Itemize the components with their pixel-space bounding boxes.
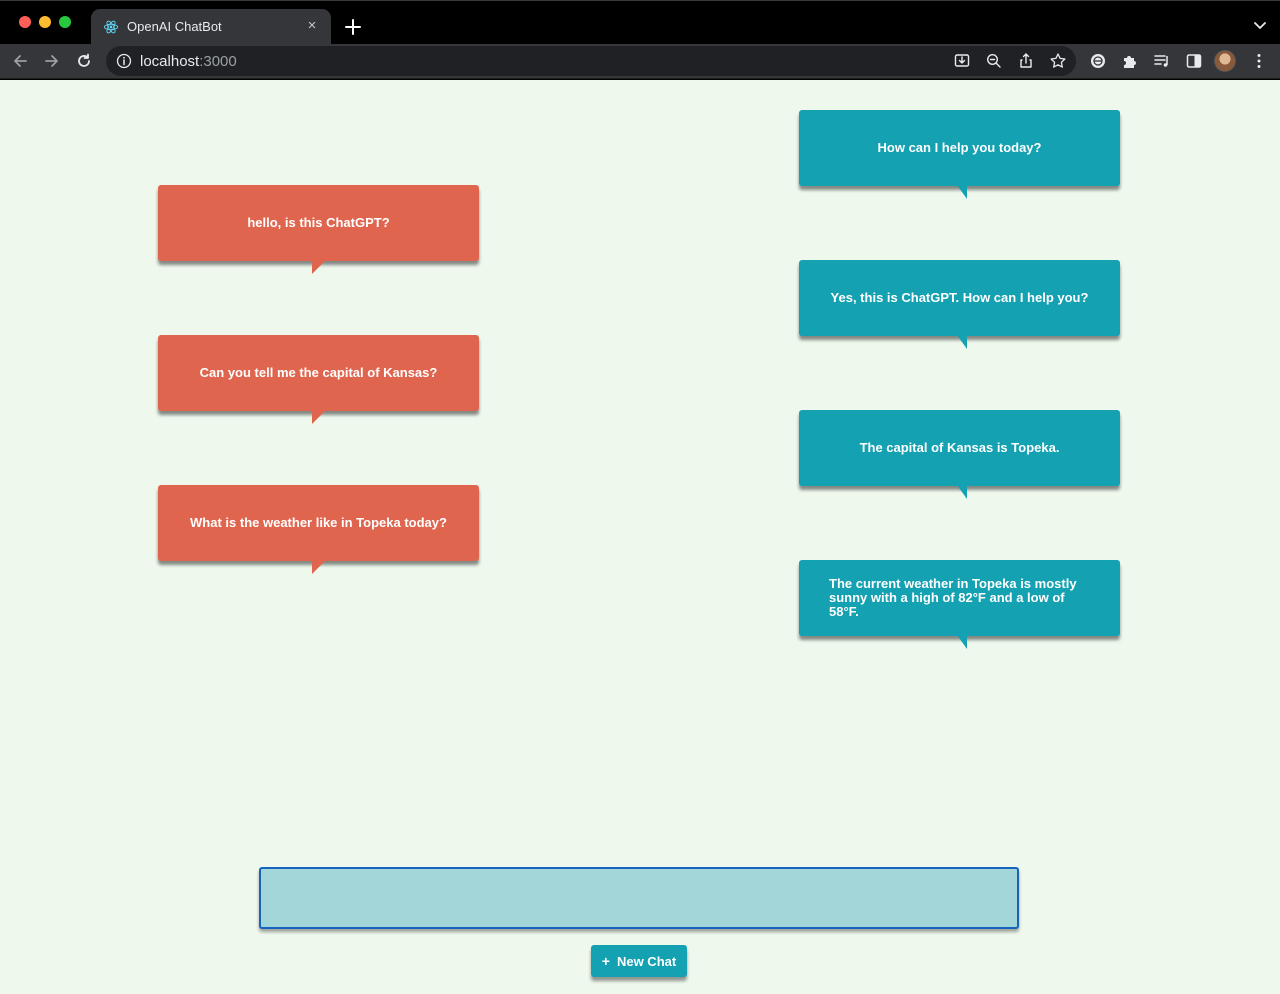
user-message: What is the weather like in Topeka today… [158,485,479,574]
window-minimize-button[interactable] [39,16,51,28]
bot-message-text: The capital of Kansas is Topeka. [859,440,1060,455]
forward-arrow-icon[interactable] [40,49,64,73]
bot-message-text: The current weather in Topeka is mostly … [829,576,1077,619]
user-message: Can you tell me the capital of Kansas? [158,335,479,424]
new-chat-label: New Chat [616,953,677,969]
side-panel-icon[interactable] [1182,49,1206,73]
browser-toolbar: localhost:3000 [0,44,1280,79]
url-port: :3000 [199,53,237,70]
bot-message: Yes, this is ChatGPT. How can I help you… [799,260,1120,349]
install-app-icon[interactable] [950,49,974,73]
user-message-text: What is the weather like in Topeka today… [190,515,447,530]
site-info-icon[interactable] [116,53,132,69]
extension-globe-icon[interactable] [1086,49,1110,73]
react-logo-icon [103,20,119,34]
user-message-text: hello, is this ChatGPT? [247,215,390,230]
profile-avatar[interactable] [1214,50,1236,72]
extensions-puzzle-icon[interactable] [1118,49,1142,73]
media-playlist-icon[interactable] [1150,49,1174,73]
share-icon[interactable] [1014,49,1038,73]
browser-menu-icon[interactable] [1247,49,1271,73]
address-bar[interactable]: localhost:3000 [106,46,1076,76]
tab-search-chevron-icon[interactable] [1252,17,1268,33]
bot-message-text: Yes, this is ChatGPT. How can I help you… [830,290,1089,305]
browser-tab-active[interactable]: OpenAI ChatBot × [91,9,331,45]
window-close-button[interactable] [19,16,31,28]
plus-icon: + [601,953,610,969]
tab-title: OpenAI ChatBot [127,19,222,34]
url-host: localhost [140,53,200,70]
window-zoom-button[interactable] [59,16,71,28]
bot-message: The current weather in Topeka is mostly … [799,560,1120,649]
new-chat-button[interactable]: + New Chat [591,945,687,977]
bot-message: The capital of Kansas is Topeka. [799,410,1120,499]
browser-titlebar: OpenAI ChatBot × [0,0,1280,45]
bot-message-text: How can I help you today? [877,140,1042,155]
chat-page: How can I help you today? hello, is this… [0,80,1280,994]
bookmark-star-icon[interactable] [1046,49,1070,73]
chat-input[interactable] [259,867,1019,929]
tab-close-icon[interactable]: × [302,16,322,36]
user-message: hello, is this ChatGPT? [158,185,479,274]
zoom-icon[interactable] [982,49,1006,73]
new-tab-plus-icon[interactable] [341,15,365,39]
url-text: localhost:3000 [140,53,237,70]
user-message-text: Can you tell me the capital of Kansas? [199,365,438,380]
bot-message: How can I help you today? [799,110,1120,199]
back-arrow-icon[interactable] [8,49,32,73]
reload-icon[interactable] [72,49,96,73]
